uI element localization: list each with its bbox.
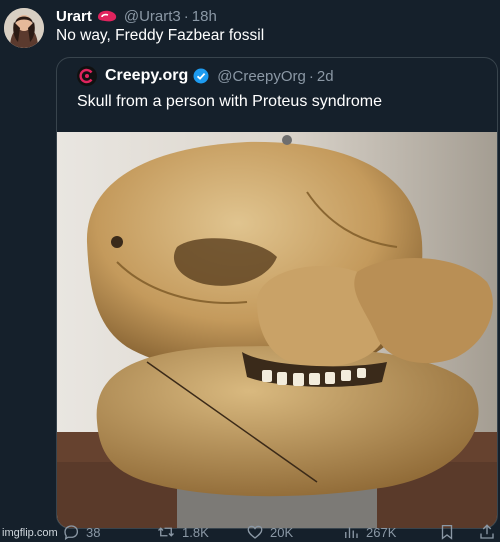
author-handle[interactable]: @Urart3	[124, 8, 181, 25]
share-icon	[480, 524, 494, 539]
avatar-image	[4, 8, 44, 48]
avatar[interactable]	[4, 8, 44, 48]
tweet: Urart @Urart3 · 18h No way, Freddy Fazbe…	[0, 0, 500, 542]
view-count: 267K	[366, 524, 397, 540]
separator-dot: ·	[183, 7, 189, 25]
retweet-icon	[158, 527, 174, 537]
quoted-tweet-header: Creepy.org @CreepyOrg · 2d	[77, 66, 334, 86]
heart-icon	[247, 525, 263, 539]
analytics-icon	[345, 527, 358, 538]
views-button[interactable]: 267K	[342, 522, 396, 542]
quoted-tweet-text: Skull from a person with Proteus syndrom…	[77, 93, 383, 110]
verified-badge-icon	[193, 68, 209, 84]
tweet-header: Urart @Urart3 · 18h	[56, 6, 217, 26]
reply-icon	[64, 525, 79, 541]
tweet-actions: 38 1.8K 20K 267K	[0, 522, 500, 542]
quoted-timestamp[interactable]: 2d	[317, 68, 334, 85]
quoted-tweet[interactable]: Creepy.org @CreepyOrg · 2d Skull from a …	[56, 57, 498, 529]
creepy-org-logo-icon	[77, 66, 97, 86]
bookmark-icon	[441, 524, 453, 540]
skull-photo[interactable]	[57, 132, 497, 528]
reply-button[interactable]: 38	[62, 522, 100, 542]
like-button[interactable]: 20K	[246, 522, 293, 542]
imgflip-watermark: imgflip.com	[2, 527, 58, 539]
tweet-text: No way, Freddy Fazbear fossil	[56, 27, 265, 44]
reply-count: 38	[86, 524, 101, 540]
author-name[interactable]: Urart	[56, 8, 92, 25]
timestamp[interactable]: 18h	[192, 8, 217, 25]
steak-emoji-icon	[96, 9, 118, 23]
retweet-button[interactable]: 1.8K	[156, 522, 209, 542]
quoted-author-handle[interactable]: @CreepyOrg	[217, 68, 306, 85]
retweet-count: 1.8K	[182, 524, 209, 540]
share-button[interactable]	[478, 522, 500, 542]
bookmark-button[interactable]	[438, 522, 462, 542]
quoted-separator-dot: ·	[308, 67, 314, 85]
like-count: 20K	[270, 524, 294, 540]
quoted-author-name[interactable]: Creepy.org	[105, 67, 188, 85]
